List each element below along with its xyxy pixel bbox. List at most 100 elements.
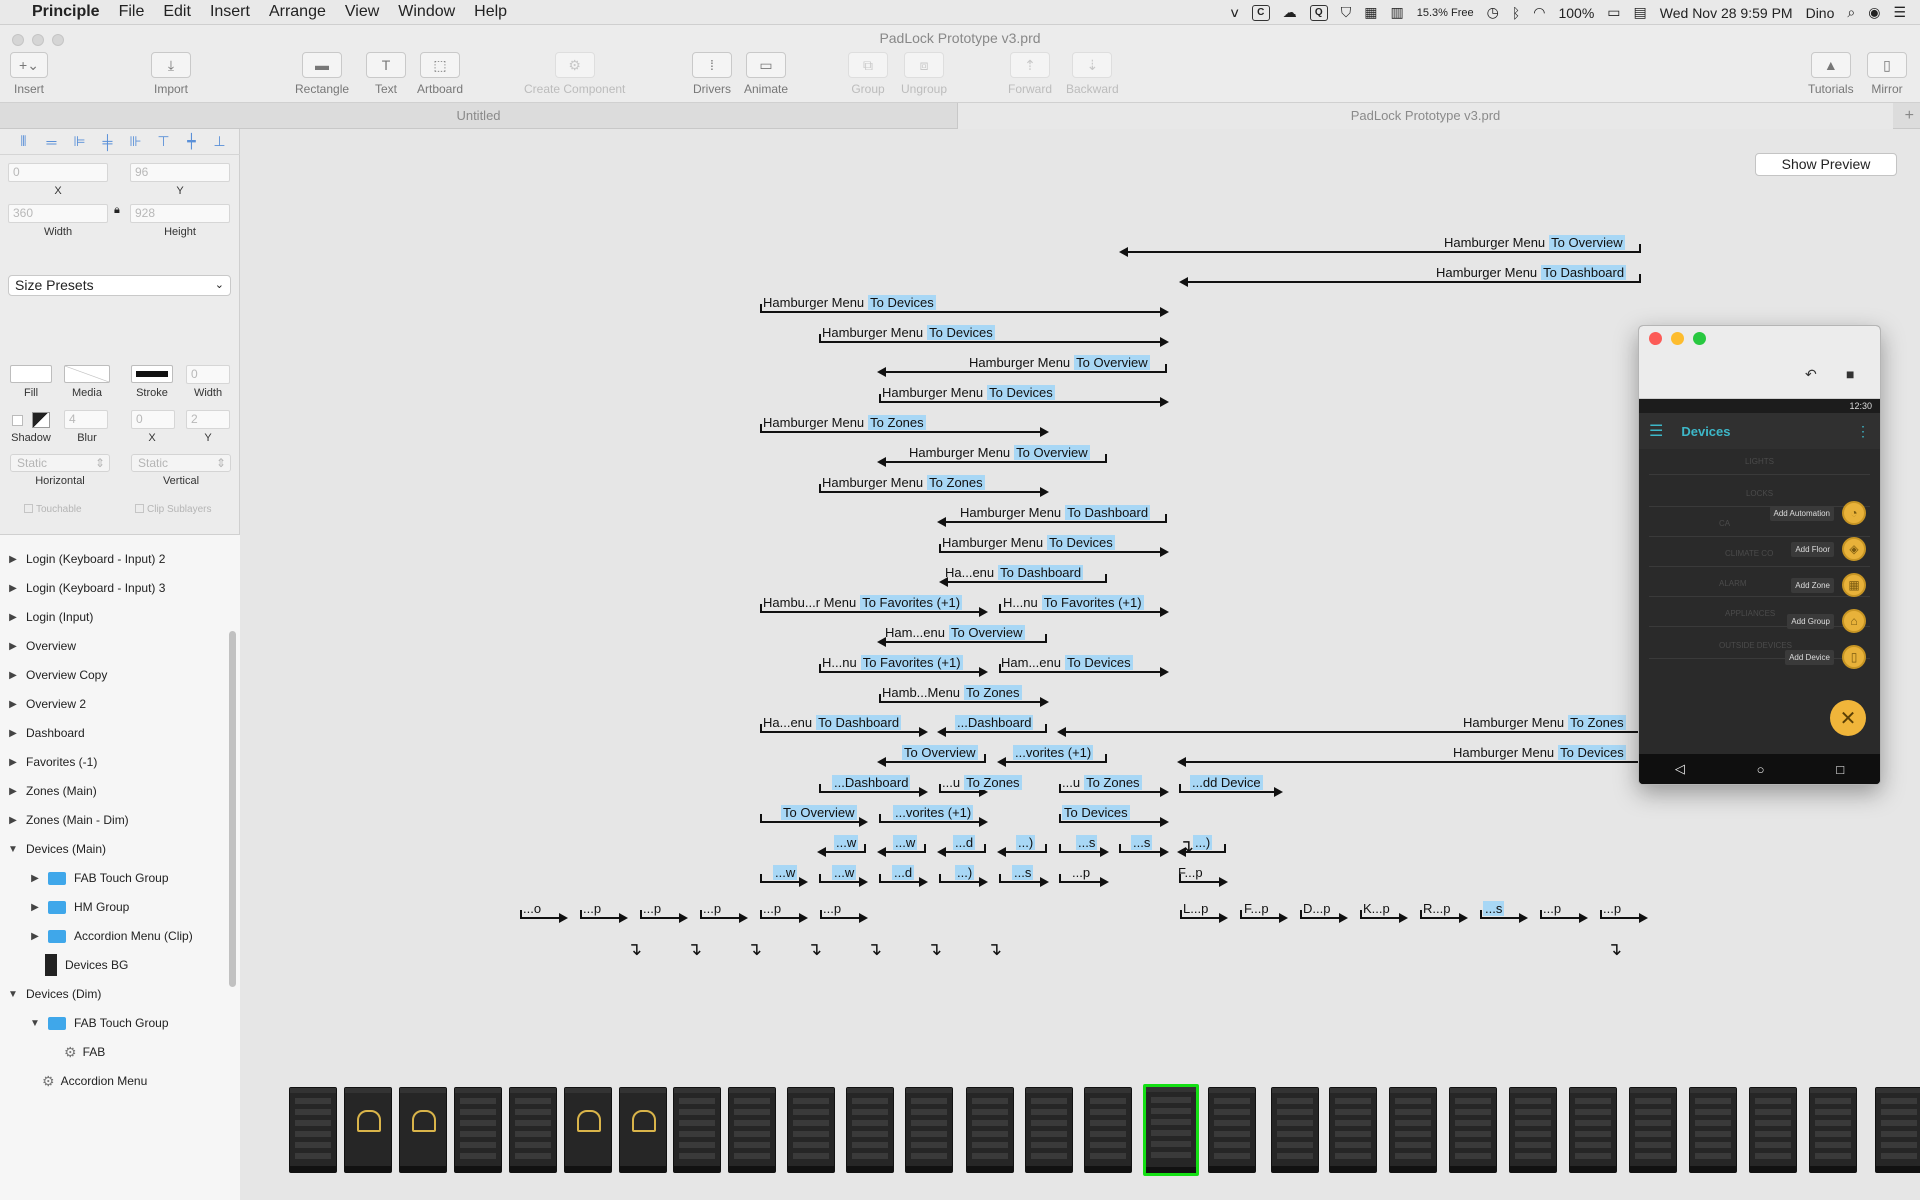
- artboard-thumbnail[interactable]: [1084, 1087, 1132, 1173]
- import-button[interactable]: ⤓ Import: [151, 52, 191, 96]
- artboard-thumbnail[interactable]: [1629, 1087, 1677, 1173]
- connection-arrow[interactable]: Ha...enu To Dashboard: [760, 715, 928, 737]
- user-name[interactable]: Dino: [1806, 5, 1835, 21]
- connection-arrow[interactable]: To Overview: [877, 745, 986, 767]
- layer-row[interactable]: ▶ Favorites (-1): [0, 750, 228, 774]
- fab-menu-item[interactable]: Add Zone ▦: [1791, 573, 1866, 597]
- bluetooth-icon[interactable]: ᛒ: [1512, 5, 1520, 21]
- connection-arrow[interactable]: To Devices: [1059, 805, 1169, 827]
- artboard-thumbnail[interactable]: [1689, 1087, 1737, 1173]
- disclosure-closed-icon[interactable]: ▶: [6, 583, 20, 594]
- artboard-thumbnail[interactable]: [905, 1087, 953, 1173]
- connection-arrow[interactable]: Hamburger Menu To Overview: [877, 355, 1167, 377]
- layers-scrollbar[interactable]: [229, 631, 236, 987]
- connection-arrow[interactable]: ...s: [1119, 835, 1169, 857]
- clock[interactable]: Wed Nov 28 9:59 PM: [1660, 5, 1793, 21]
- disclosure-closed-icon[interactable]: ▶: [28, 931, 42, 942]
- mirror-button[interactable]: ▯ Mirror: [1867, 52, 1907, 96]
- disclosure-open-icon[interactable]: ▼: [6, 989, 20, 1000]
- layer-row[interactable]: ▶ Overview Copy: [0, 663, 228, 687]
- new-tab-icon[interactable]: +: [1905, 103, 1914, 129]
- layer-row[interactable]: ▶ Zones (Main): [0, 779, 228, 803]
- shield-icon[interactable]: ⛉: [1341, 4, 1352, 21]
- connection-arrow[interactable]: Hamburger Menu To Dashboard: [1179, 265, 1641, 287]
- artboard-thumbnail[interactable]: [1509, 1087, 1557, 1173]
- drivers-button[interactable]: ⁞ Drivers: [692, 52, 732, 96]
- x-field[interactable]: 0: [8, 163, 108, 182]
- align-center-icon[interactable]: ╪: [96, 134, 119, 150]
- horizontal-select[interactable]: Static ⇕: [10, 454, 110, 472]
- spotlight-icon[interactable]: ⌕: [1847, 4, 1855, 21]
- shadow-y-field[interactable]: 2: [186, 410, 230, 429]
- shadow-color-swatch[interactable]: [32, 412, 50, 428]
- media-swatch[interactable]: [64, 365, 110, 383]
- connection-arrow[interactable]: K...p: [1360, 901, 1408, 923]
- layer-row[interactable]: ⚙ Accordion Menu: [0, 1069, 228, 1093]
- tray-app-icon[interactable]: C: [1251, 4, 1270, 21]
- forward-button[interactable]: ⇡ Forward: [1008, 52, 1052, 96]
- menu-file[interactable]: File: [119, 3, 145, 21]
- stroke-swatch[interactable]: [131, 365, 173, 383]
- artboard-thumbnail[interactable]: [1271, 1087, 1319, 1173]
- menu-app[interactable]: Principle: [32, 3, 100, 21]
- fab-menu-item[interactable]: Add Automation ◔: [1769, 501, 1866, 525]
- preview-minimize-button[interactable]: [1671, 332, 1684, 345]
- accordion-section-label[interactable]: LIGHTS: [1639, 457, 1880, 466]
- disclosure-open-icon[interactable]: ▼: [28, 1018, 42, 1029]
- disclosure-open-icon[interactable]: ▼: [6, 844, 20, 855]
- artboard-thumbnail[interactable]: [846, 1087, 894, 1173]
- connection-arrow[interactable]: Hamburger Menu To Devices: [1177, 745, 1641, 767]
- artboard-thumbnail[interactable]: [564, 1087, 612, 1173]
- layer-row[interactable]: ▶ Overview: [0, 634, 228, 658]
- artboard-thumbnail[interactable]: [344, 1087, 392, 1173]
- disclosure-closed-icon[interactable]: ▶: [6, 699, 20, 710]
- floor-plan-icon[interactable]: ▦: [1842, 573, 1866, 597]
- connection-arrow[interactable]: Hamburger Menu To Overview: [877, 445, 1107, 467]
- artboard-thumbnail[interactable]: [1449, 1087, 1497, 1173]
- tutorials-button[interactable]: ▲ Tutorials: [1808, 52, 1854, 96]
- preview-zoom-button[interactable]: [1693, 332, 1706, 345]
- shadow-x-field[interactable]: 0: [131, 410, 175, 429]
- layer-row[interactable]: ▶ Login (Input): [0, 605, 228, 629]
- connection-arrow[interactable]: Hamburger Menu To Zones: [1057, 715, 1641, 737]
- cloud-icon[interactable]: ☁: [1283, 4, 1297, 21]
- fill-swatch[interactable]: [10, 365, 52, 383]
- layer-row[interactable]: ▶ Dashboard: [0, 721, 228, 745]
- video-camera-icon[interactable]: ■: [1846, 366, 1854, 382]
- connection-arrow[interactable]: ...p: [1540, 901, 1588, 923]
- layer-row[interactable]: ⚙ FAB: [0, 1040, 228, 1064]
- fab-menu-item[interactable]: Add Group ⌂: [1787, 609, 1866, 633]
- touchable-checkbox[interactable]: Touchable: [24, 504, 82, 515]
- layer-row[interactable]: ▼ FAB Touch Group: [0, 1011, 228, 1035]
- disclosure-closed-icon[interactable]: ▶: [6, 757, 20, 768]
- align-middle-icon[interactable]: ┿: [180, 133, 203, 150]
- calendar-icon[interactable]: ▤: [1634, 4, 1647, 21]
- memory-icon[interactable]: ▥: [1391, 4, 1404, 21]
- hamburger-icon[interactable]: ☰: [1649, 421, 1663, 441]
- automation-icon[interactable]: ◔: [1842, 501, 1866, 525]
- fab-menu-item[interactable]: Add Device ▯: [1785, 645, 1866, 669]
- shadow-checkbox[interactable]: [12, 415, 23, 426]
- connection-arrow[interactable]: Hamburger Menu To Devices: [760, 295, 1169, 317]
- layer-row[interactable]: ▶ FAB Touch Group: [0, 866, 228, 890]
- connection-arrow[interactable]: Ham...enu To Overview: [877, 625, 1047, 647]
- device-icon[interactable]: ▯: [1842, 645, 1866, 669]
- accordion-section-label[interactable]: LOCKS: [1639, 489, 1880, 498]
- disclosure-closed-icon[interactable]: ▶: [6, 786, 20, 797]
- y-field[interactable]: 96: [130, 163, 230, 182]
- ungroup-button[interactable]: ⧈ Ungroup: [901, 52, 947, 96]
- layer-row[interactable]: ▼ Devices (Dim): [0, 982, 228, 1006]
- vertical-select[interactable]: Static ⇕: [131, 454, 231, 472]
- connection-arrow[interactable]: Hamburger Menu To Dashboard: [937, 505, 1167, 527]
- connection-arrow[interactable]: ...Dashboard: [819, 775, 928, 797]
- fab-close-button[interactable]: ✕: [1830, 700, 1866, 736]
- time-machine-icon[interactable]: ◷: [1487, 4, 1499, 21]
- menu-arrange[interactable]: Arrange: [269, 3, 326, 21]
- text-button[interactable]: T Text: [366, 52, 406, 96]
- artboard-thumbnail[interactable]: [1025, 1087, 1073, 1173]
- backward-button[interactable]: ⇣ Backward: [1066, 52, 1119, 96]
- artboard-thumbnail[interactable]: [1875, 1087, 1920, 1173]
- layers-icon[interactable]: ◈: [1842, 537, 1866, 561]
- connection-arrow[interactable]: Hamburger Menu To Overview: [1119, 235, 1641, 257]
- connection-arrow[interactable]: ...d: [879, 865, 928, 887]
